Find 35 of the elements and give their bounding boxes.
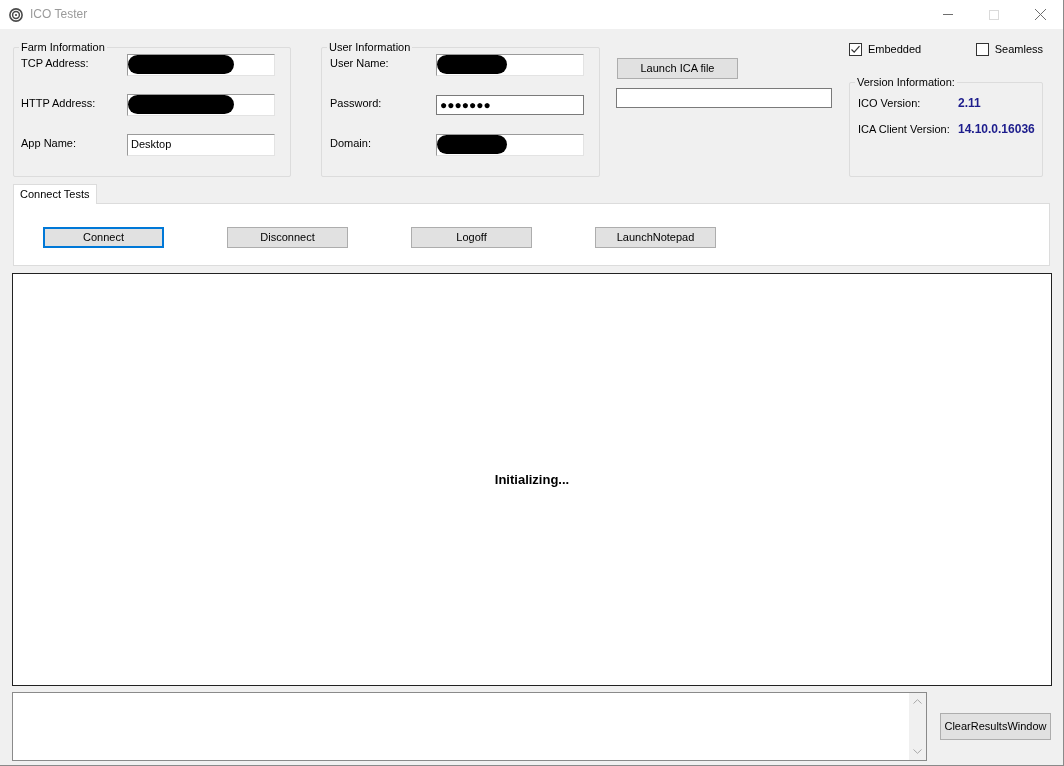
input-field[interactable] — [127, 54, 275, 76]
clear-results-button[interactable]: ClearResultsWindow — [940, 713, 1051, 740]
ring-logo-icon — [9, 7, 23, 22]
checkbox-label: Seamless — [994, 43, 1043, 57]
action-button[interactable]: Connect — [43, 227, 164, 248]
field-label: HTTP Address: — [21, 96, 97, 111]
launch-ica-file-button[interactable]: Launch ICA file — [617, 58, 738, 79]
field-label: ICO Version: — [858, 96, 922, 110]
input-field[interactable] — [436, 134, 584, 156]
group-title: Farm Information — [19, 41, 107, 54]
checkbox[interactable] — [849, 43, 862, 57]
field-label: App Name: — [21, 136, 78, 151]
tab[interactable]: Connect Tests — [13, 184, 97, 204]
status-message: Initializing... — [494, 471, 570, 488]
log-text-area[interactable] — [12, 692, 927, 761]
file-path-field[interactable] — [616, 88, 832, 108]
input-field[interactable] — [127, 94, 275, 116]
version-value: 14.10.0.16036 — [958, 122, 1035, 137]
action-button[interactable]: Logoff — [411, 227, 532, 248]
group-title: User Information — [327, 41, 413, 54]
field-label: ICA Client Version: — [858, 122, 951, 136]
version-value: 2.11 — [958, 96, 981, 111]
field-label: TCP Address: — [21, 56, 90, 71]
checkbox[interactable] — [975, 43, 989, 57]
close-icon[interactable] — [1034, 9, 1046, 20]
action-button[interactable]: Disconnect — [227, 227, 348, 248]
checkbox-label: Embedded — [868, 43, 922, 57]
input-field[interactable]: ●●●●●●● — [436, 95, 584, 115]
field-label: User Name: — [330, 56, 390, 71]
window-title: ICO Tester — [30, 7, 88, 22]
field-label: Password: — [330, 96, 383, 111]
action-button[interactable]: LaunchNotepad — [595, 227, 716, 248]
field-label: Domain: — [330, 136, 372, 151]
input-field[interactable] — [436, 54, 584, 76]
input-field[interactable]: Desktop — [127, 134, 275, 156]
